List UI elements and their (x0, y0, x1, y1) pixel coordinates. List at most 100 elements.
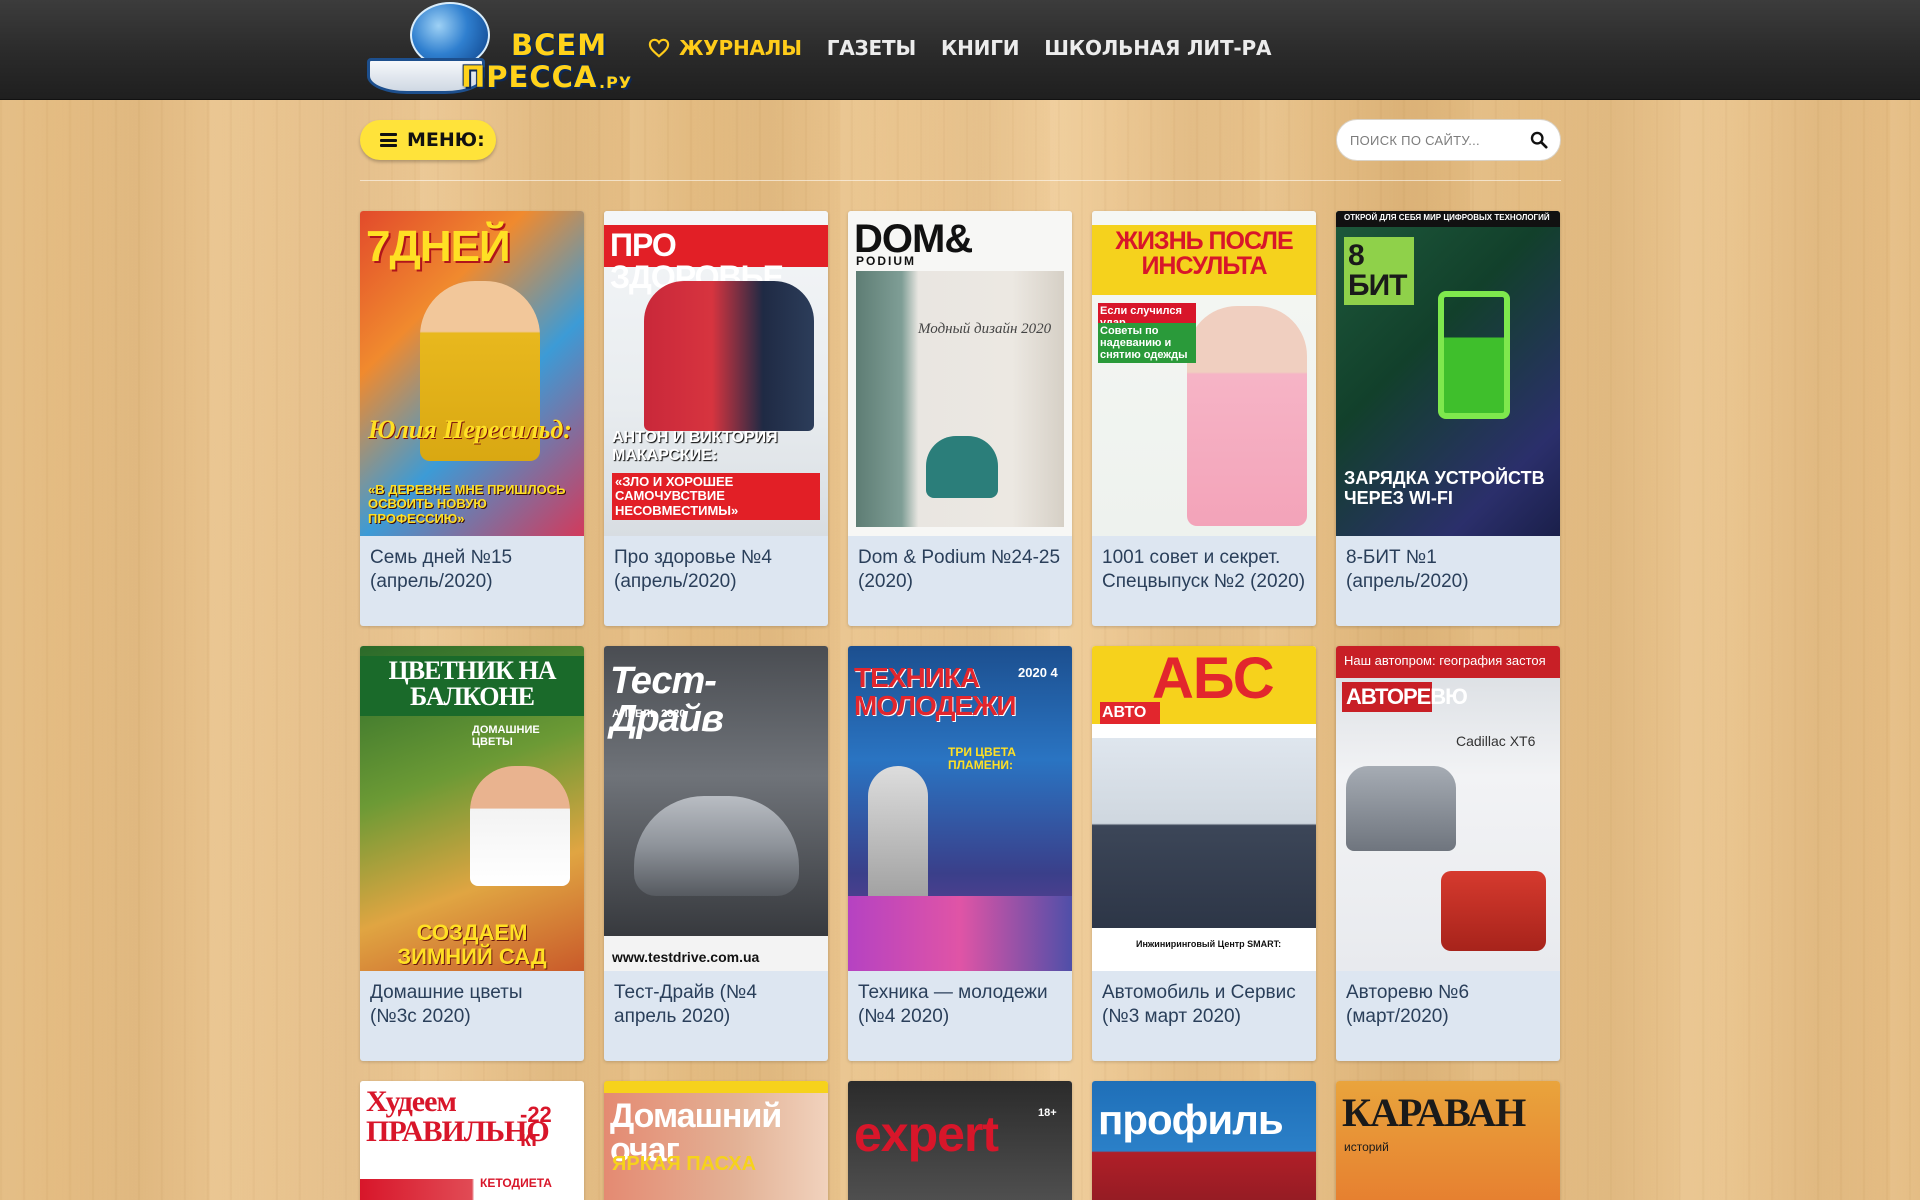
magazine-title[interactable]: Домашние цветы (№3с 2020) (360, 971, 584, 1029)
nav-item-magazines[interactable]: ЖУРНАЛЫ (648, 36, 802, 60)
cover-photo-detail (1441, 871, 1546, 951)
magazine-cover[interactable]: ПРО ЗДОРОВЬЕ АНТОН И ВИКТОРИЯ МАКАРСКИЕ:… (604, 211, 828, 536)
magazine-card[interactable]: Худеем ПРАВИЛЬНО -22 кг КЕТОДИЕТА (360, 1081, 584, 1200)
battery-icon (1438, 291, 1510, 419)
magazine-cover[interactable]: ЦВЕТНИК НА БАЛКОНЕ СОЗДАЕМ ЗИМНИЙ САД ДО… (360, 646, 584, 971)
nav-item-books[interactable]: КНИГИ (940, 36, 1020, 60)
cover-subheadline: КЕТОДИЕТА (480, 1176, 552, 1190)
magazine-card[interactable]: ОТКРОЙ ДЛЯ СЕБЯ МИР ЦИФРОВЫХ ТЕХНОЛОГИЙ … (1336, 211, 1560, 626)
magazine-title[interactable]: Dom & Podium №24-25 (2020) (848, 536, 1072, 594)
magazine-cover[interactable]: профиль (1092, 1081, 1316, 1200)
magazine-cover[interactable]: КАРАВАН историй (1336, 1081, 1560, 1200)
cover-masthead (604, 1081, 828, 1093)
cover-subheadline: «ЗЛО И ХОРОШЕЕ САМОЧУВСТВИЕ НЕСОВМЕСТИМЫ… (612, 473, 820, 520)
cover-headline: СОЗДАЕМ ЗИМНИЙ САД (397, 920, 547, 970)
magazine-card[interactable]: КАРАВАН историй (1336, 1081, 1560, 1200)
magazine-card[interactable]: expert 18+ (848, 1081, 1072, 1200)
magazine-title[interactable]: Авторевю №6 (март/2020) (1336, 971, 1560, 1029)
site-logo[interactable]: ВСЕМ ПРЕССА .РУ (365, 0, 633, 96)
magazine-cover[interactable]: ОТКРОЙ ДЛЯ СЕБЯ МИР ЦИФРОВЫХ ТЕХНОЛОГИЙ … (1336, 211, 1560, 536)
nav-item-newspapers[interactable]: ГАЗЕТЫ (827, 36, 916, 60)
cover-title: expert (854, 1106, 999, 1162)
cover-subheadline: www.testdrive.com.ua (612, 949, 760, 965)
site-header: ВСЕМ ПРЕССА .РУ ЖУРНАЛЫ ГАЗЕТЫ КНИГИ ШКО… (0, 0, 1920, 100)
cover-headline: ЗАРЯДКА УСТРОЙСТВ ЧЕРЕЗ WI-FI (1344, 468, 1545, 508)
logo-text-line2: ПРЕССА (461, 60, 598, 94)
magazine-card[interactable]: Домашний очаг ЯРКАЯ ПАСХА (604, 1081, 828, 1200)
magazine-cover[interactable]: DOM& PODIUM Модный дизайн 2020 (848, 211, 1072, 536)
magazine-title[interactable]: Техника — молодежи (№4 2020) (848, 971, 1072, 1029)
cover-photo (1092, 738, 1316, 928)
cover-subheadline: 2020 4 (1018, 665, 1058, 680)
cover-headline: ТРИ ЦВЕТА ПЛАМЕНИ: (948, 745, 1016, 773)
cover-photo (1187, 306, 1307, 526)
cover-headline: 18+ (1038, 1107, 1057, 1119)
magazine-title[interactable]: Про здоровье №4 (апрель/2020) (604, 536, 828, 594)
magazine-card[interactable]: ПРО ЗДОРОВЬЕ АНТОН И ВИКТОРИЯ МАКАРСКИЕ:… (604, 211, 828, 626)
cover-title: Тест-Драйв (610, 660, 724, 740)
cover-title: 7ДНЕЙ (366, 222, 511, 271)
cover-title: КАРАВАН (1342, 1090, 1526, 1135)
cover-subheadline: ДОМАШНИЕ ЦВЕТЫ (472, 724, 540, 749)
nav-item-school-literature[interactable]: ШКОЛЬНАЯ ЛИТ-РА (1044, 36, 1271, 60)
search-icon[interactable] (1530, 131, 1548, 149)
magazine-card[interactable]: ЖИЗНЬ ПОСЛЕ ИНСУЛЬТА Если случился удар … (1092, 211, 1316, 626)
hamburger-icon (380, 133, 397, 147)
magazine-card[interactable]: профиль (1092, 1081, 1316, 1200)
magazine-cover[interactable]: 7ДНЕЙ Юлия Пересильд: «В ДЕРЕВНЕ МНЕ ПРИ… (360, 211, 584, 536)
cover-photo-detail (926, 436, 998, 498)
magazine-cover[interactable]: Тест-Драйв АПРЕЛЬ 2020 www.testdrive.com… (604, 646, 828, 971)
search-input[interactable] (1350, 132, 1530, 148)
magazine-card[interactable]: ТЕХНИКА МОЛОДЕЖИ ТРИ ЦВЕТА ПЛАМЕНИ: 2020… (848, 646, 1072, 1061)
magazine-title[interactable]: Тест-Драйв (№4 апрель 2020) (604, 971, 828, 1029)
cover-subheadline: Советы по надеванию и снятию одежды (1098, 323, 1196, 364)
nav-item-label: КНИГИ (940, 36, 1020, 60)
cover-headline: Наш автопром: география застоя (1344, 653, 1546, 668)
magazine-title[interactable]: 1001 совет и секрет. Спецвыпуск №2 (2020… (1092, 536, 1316, 594)
cover-title: Худеем ПРАВИЛЬНО (366, 1085, 550, 1148)
magazine-cover[interactable]: Худеем ПРАВИЛЬНО -22 кг КЕТОДИЕТА (360, 1081, 584, 1200)
magazine-card[interactable]: АБС АВТО Инжиниринговый Центр SMART: Авт… (1092, 646, 1316, 1061)
cover-headline: АПРЕЛЬ 2020 (612, 708, 686, 720)
menu-button[interactable]: МЕНЮ: (360, 120, 496, 160)
magazine-card[interactable]: ЦВЕТНИК НА БАЛКОНЕ СОЗДАЕМ ЗИМНИЙ САД ДО… (360, 646, 584, 1061)
cover-title: профиль (1098, 1096, 1284, 1143)
cover-headline: АНТОН И ВИКТОРИЯ МАКАРСКИЕ: (612, 429, 778, 464)
cover-headline: ЯРКАЯ ПАСХА (612, 1153, 757, 1175)
magazine-cover[interactable]: ТЕХНИКА МОЛОДЕЖИ ТРИ ЦВЕТА ПЛАМЕНИ: 2020… (848, 646, 1072, 971)
cover-subheadline: «В ДЕРЕВНЕ МНЕ ПРИШЛОСЬ ОСВОИТЬ НОВУЮ ПР… (368, 482, 566, 526)
magazine-cover[interactable]: Домашний очаг ЯРКАЯ ПАСХА (604, 1081, 828, 1200)
magazine-cover[interactable]: ЖИЗНЬ ПОСЛЕ ИНСУЛЬТА Если случился удар … (1092, 211, 1316, 536)
heart-icon (648, 38, 670, 58)
cover-headline: историй (1344, 1140, 1389, 1154)
cover-headline: PODIUM (856, 254, 916, 268)
search-box (1336, 119, 1561, 161)
magazine-card[interactable]: Наш автопром: география застоя АВТОРЕВЮ … (1336, 646, 1560, 1061)
cover-title: ЖИЗНЬ ПОСЛЕ ИНСУЛЬТА (1115, 227, 1293, 280)
cover-subheadline: Cadillac XT6 (1456, 733, 1536, 749)
cover-title: АВТОРЕВЮ (1342, 682, 1468, 712)
divider (360, 180, 1561, 181)
magazine-title[interactable]: 8-БИТ №1 (апрель/2020) (1336, 536, 1560, 594)
magazine-card[interactable]: DOM& PODIUM Модный дизайн 2020 Dom & Pod… (848, 211, 1072, 626)
cover-title: 8 БИТ (1344, 237, 1414, 305)
magazine-title[interactable]: Семь дней №15 (апрель/2020) (360, 536, 584, 594)
magazine-cover[interactable]: expert 18+ (848, 1081, 1072, 1200)
cover-headline: -22 кг (520, 1102, 552, 1152)
logo-text-line1: ВСЕМ (511, 28, 608, 62)
cover-subheadline: Модный дизайн 2020 (918, 321, 1052, 337)
cover-headline: Юлия Пересильд: (368, 415, 572, 444)
magazine-card[interactable]: Тест-Драйв АПРЕЛЬ 2020 www.testdrive.com… (604, 646, 828, 1061)
magazine-cover[interactable]: Наш автопром: география застоя АВТОРЕВЮ … (1336, 646, 1560, 971)
magazine-cover[interactable]: АБС АВТО Инжиниринговый Центр SMART: (1092, 646, 1316, 971)
magazine-title[interactable]: Автомобиль и Сервис (№3 март 2020) (1092, 971, 1316, 1029)
magazine-card[interactable]: 7ДНЕЙ Юлия Пересильд: «В ДЕРЕВНЕ МНЕ ПРИ… (360, 211, 584, 626)
cover-subheadline: Инжиниринговый Центр SMART: (1136, 939, 1282, 949)
cover-subheadline: ОТКРОЙ ДЛЯ СЕБЯ МИР ЦИФРОВЫХ ТЕХНОЛОГИЙ (1344, 213, 1550, 222)
cover-photo (470, 766, 570, 886)
magazine-grid: 7ДНЕЙ Юлия Пересильд: «В ДЕРЕВНЕ МНЕ ПРИ… (360, 211, 1562, 1061)
nav-item-label: ГАЗЕТЫ (826, 36, 916, 60)
logo-text-domain: .РУ (599, 73, 633, 92)
cover-photo (634, 796, 799, 896)
main-nav: ЖУРНАЛЫ ГАЗЕТЫ КНИГИ ШКОЛЬНАЯ ЛИТ-РА (648, 36, 1296, 60)
